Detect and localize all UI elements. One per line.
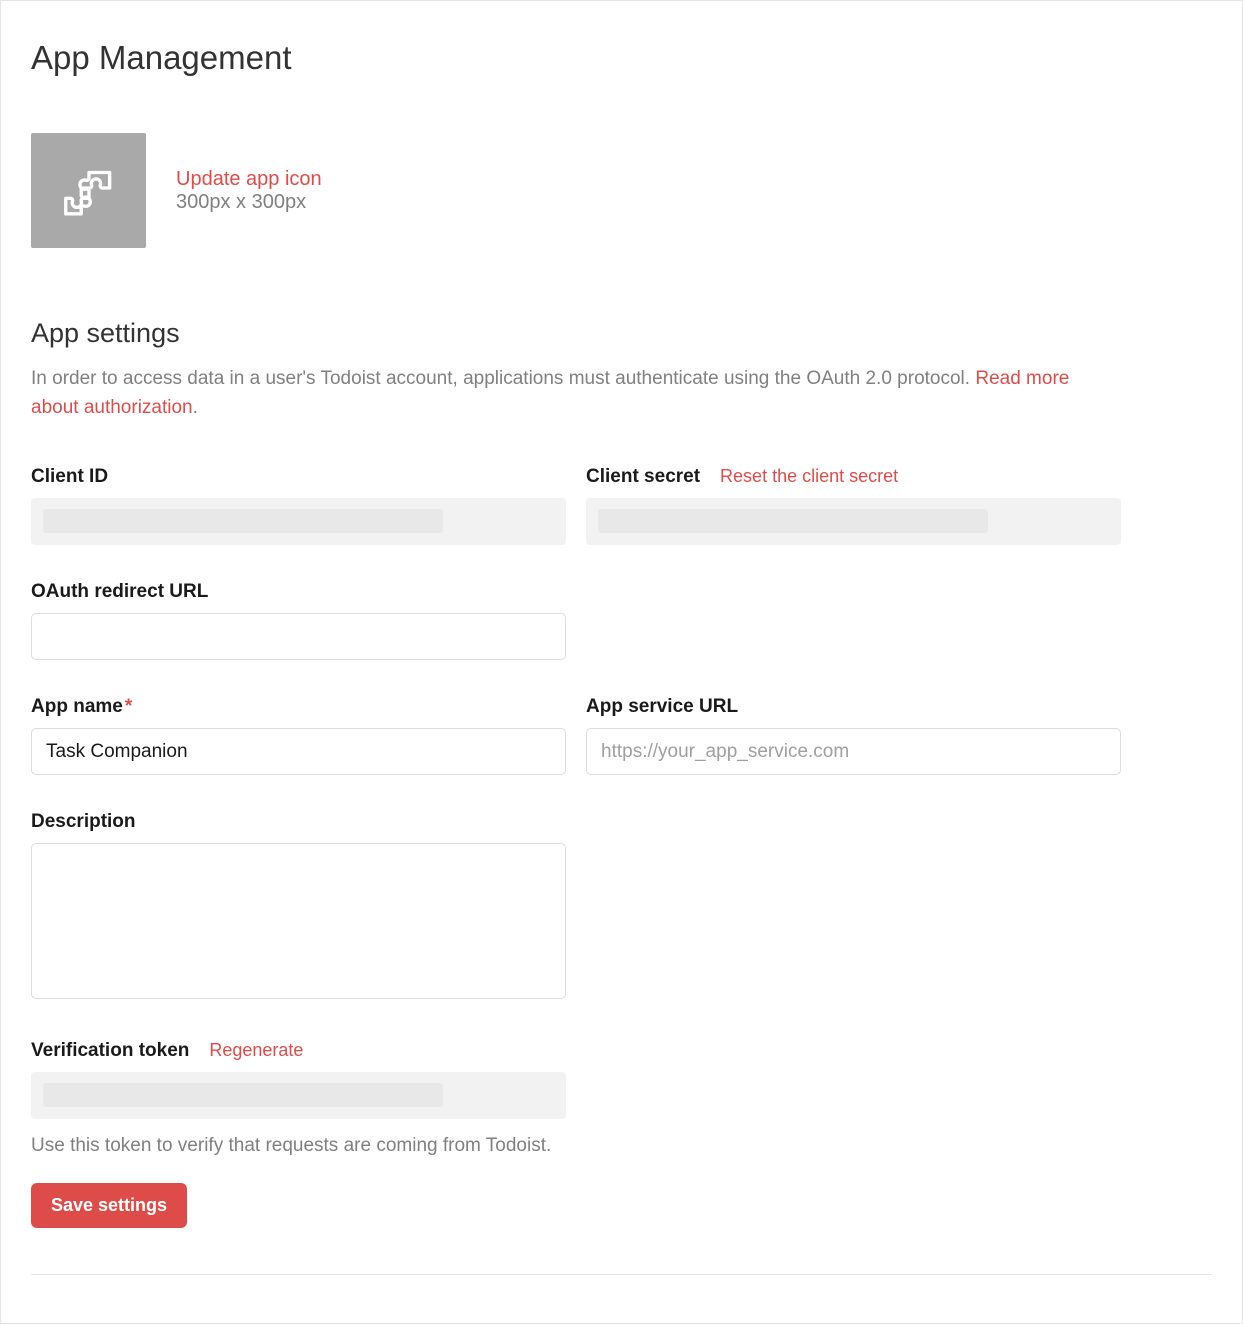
app-icon-placeholder — [31, 133, 146, 248]
client-id-value — [31, 498, 566, 545]
description-label: Description — [31, 811, 136, 833]
app-service-url-input[interactable] — [586, 728, 1121, 775]
update-app-icon-link[interactable]: Update app icon — [176, 168, 322, 191]
client-secret-value — [586, 498, 1121, 545]
client-secret-redacted — [598, 509, 988, 533]
page-title: App Management — [31, 39, 1212, 77]
app-service-url-label: App service URL — [586, 696, 738, 718]
app-settings-intro: In order to access data in a user's Todo… — [31, 365, 1101, 422]
client-secret-label: Client secret — [586, 466, 700, 488]
client-id-redacted — [43, 509, 443, 533]
regenerate-token-link[interactable]: Regenerate — [209, 1040, 303, 1061]
oauth-redirect-label: OAuth redirect URL — [31, 581, 208, 603]
verification-token-label: Verification token — [31, 1040, 189, 1062]
intro-suffix: . — [193, 397, 198, 418]
app-name-label: App name* — [31, 696, 132, 718]
verification-token-redacted — [43, 1083, 443, 1107]
intro-text: In order to access data in a user's Todo… — [31, 368, 975, 389]
verification-token-helper: Use this token to verify that requests a… — [31, 1135, 1212, 1157]
reset-client-secret-link[interactable]: Reset the client secret — [720, 466, 898, 487]
app-settings-heading: App settings — [31, 318, 1212, 349]
verification-token-value — [31, 1072, 566, 1119]
description-input[interactable] — [31, 843, 566, 999]
puzzle-icon — [58, 157, 120, 224]
app-icon-size-hint: 300px x 300px — [176, 191, 322, 214]
app-name-input[interactable] — [31, 728, 566, 775]
required-mark: * — [125, 696, 132, 717]
save-settings-button[interactable]: Save settings — [31, 1183, 187, 1228]
oauth-redirect-input[interactable] — [31, 613, 566, 660]
section-divider — [31, 1274, 1212, 1275]
app-icon-block: Update app icon 300px x 300px — [31, 133, 1212, 248]
client-id-label: Client ID — [31, 466, 108, 488]
